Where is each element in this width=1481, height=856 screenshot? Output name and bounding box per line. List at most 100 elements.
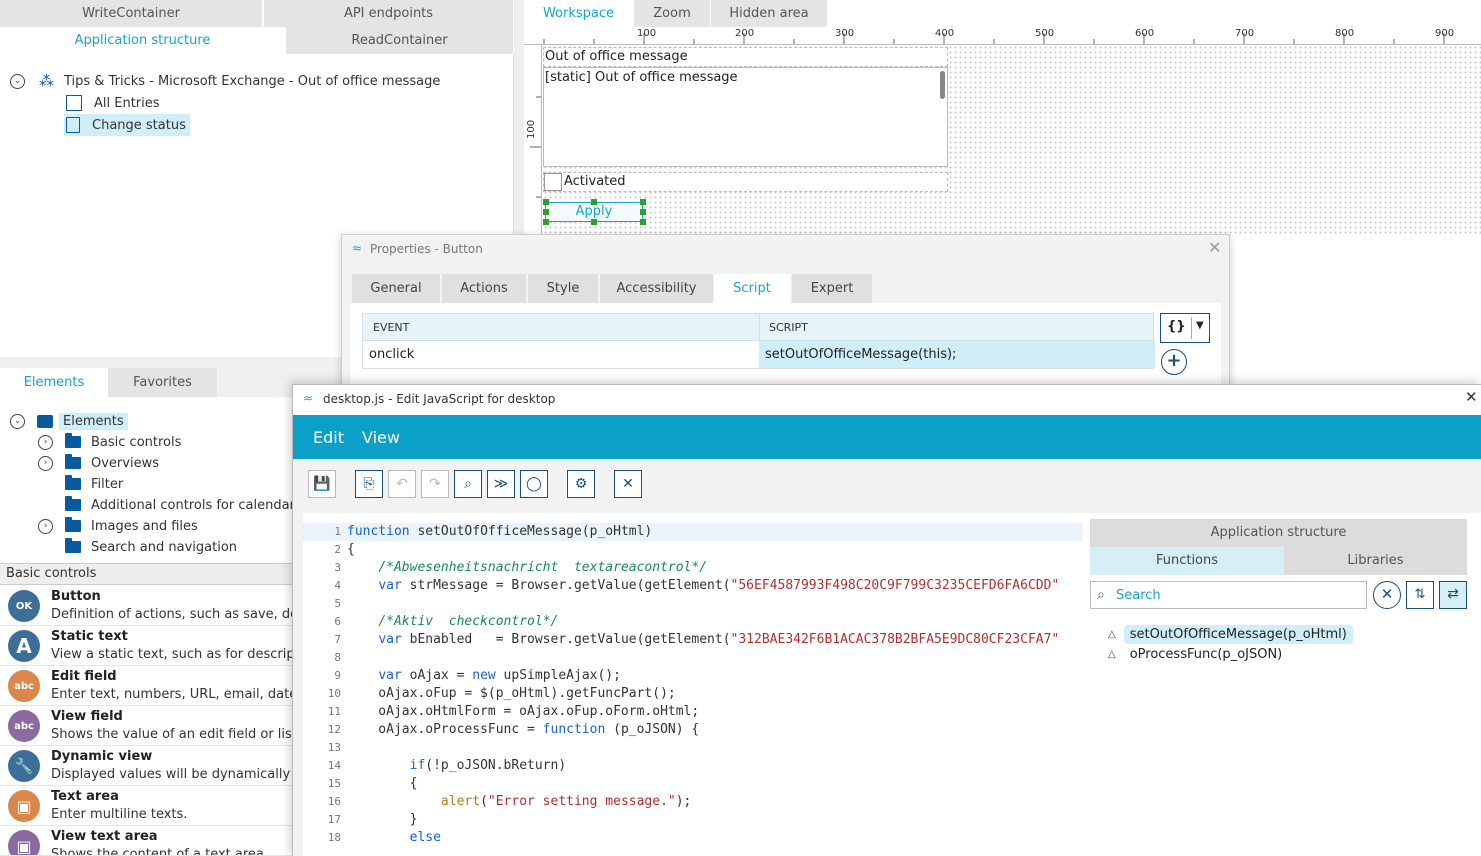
tab-expert[interactable]: Expert [792, 274, 872, 303]
control-view-text-area[interactable]: ▣ View text area Shows the content of a … [0, 826, 294, 856]
control-static-text[interactable]: A Static text View a static text, such a… [0, 626, 294, 666]
menu-view[interactable]: View [362, 428, 400, 447]
resize-handle[interactable] [640, 199, 646, 205]
page-icon [66, 117, 80, 133]
elements-item-basic-controls[interactable]: › Basic controls [38, 431, 181, 453]
resize-handle[interactable] [640, 209, 646, 215]
abc-field-icon: abc [8, 670, 40, 702]
tab-functions[interactable]: Functions [1090, 547, 1284, 575]
table-row[interactable]: onclick setOutOfOfficeMessage(this); [362, 341, 1155, 369]
next-icon[interactable]: ≫ [487, 470, 515, 498]
basic-controls-header: Basic controls [0, 563, 294, 585]
elements-item-images-files[interactable]: › Images and files [38, 515, 198, 537]
tab-accessibility[interactable]: Accessibility [600, 274, 713, 303]
elements-item-filter[interactable]: Filter [65, 473, 123, 495]
braces-dropdown[interactable]: {} ▼ [1160, 313, 1210, 343]
menu-edit[interactable]: Edit [313, 428, 344, 447]
tree-item-all-entries[interactable]: All Entries [66, 92, 160, 114]
control-desc: Definition of actions, such as save, del… [51, 607, 294, 622]
line-number: 4 [334, 579, 341, 592]
format-icon[interactable]: ⚙ [567, 470, 595, 498]
design-canvas[interactable]: Out of office message [static] Out of of… [543, 45, 1481, 235]
tab-actions[interactable]: Actions [442, 274, 526, 303]
line-number: 5 [334, 597, 341, 610]
elements-tree: ⌄ Elements › Basic controls › Overviews … [0, 397, 294, 563]
resize-handle[interactable] [591, 199, 597, 205]
code-text: var strMessage = Browser.getValue(getEle… [378, 578, 1060, 593]
resize-handle[interactable] [543, 199, 549, 205]
code-text: oAjax.oProcessFunc = function (p_oJSON) … [347, 722, 700, 737]
code-line: 5 [303, 595, 1083, 613]
function-item[interactable]: △ setOutOfOfficeMessage(p_oHtml) [1108, 625, 1353, 644]
expand-icon[interactable]: › [38, 434, 53, 450]
elements-item-overviews[interactable]: › Overviews [38, 452, 159, 474]
code-editor[interactable]: 1 function setOutOfOfficeMessage(p_oHtml)… [303, 513, 1083, 856]
control-view-field[interactable]: abc View field Shows the value of an edi… [0, 706, 294, 746]
tab-writecontainer[interactable]: WriteContainer [0, 0, 263, 27]
tree-root-row[interactable]: ⌄ ⁂ Tips & Tricks - Microsoft Exchange -… [10, 70, 440, 92]
tab-api-endpoints[interactable]: API endpoints [264, 0, 514, 27]
elements-item-search-navigation[interactable]: Search and navigation [65, 536, 237, 558]
resize-handle[interactable] [543, 209, 549, 215]
expand-icon[interactable]: › [38, 518, 53, 534]
expand-icon[interactable]: › [38, 455, 53, 471]
collapse-icon[interactable]: ⌄ [10, 73, 25, 89]
insert-icon[interactable]: ⎘ [355, 470, 383, 498]
control-dynamic-view[interactable]: 🔧 Dynamic view Displayed values will be … [0, 746, 294, 786]
clear-search-button[interactable]: ✕ [1373, 581, 1401, 609]
tab-script[interactable]: Script [714, 274, 790, 303]
editor-gutter-margin [293, 513, 303, 856]
scrollbar-thumb[interactable] [940, 71, 945, 99]
tab-application-structure[interactable]: Application structure [0, 27, 286, 54]
search-icon[interactable]: ⌕ [454, 470, 482, 498]
control-desc: Displayed values will be dynamically det… [51, 767, 294, 782]
control-title: Text area [51, 789, 119, 804]
search-field[interactable]: ⌕ Search [1090, 581, 1367, 609]
resize-handle[interactable] [591, 219, 597, 225]
folder-icon [65, 496, 81, 511]
tab-libraries[interactable]: Libraries [1284, 547, 1467, 575]
tab-favorites[interactable]: Favorites [108, 368, 217, 397]
swap-icon[interactable]: ⇄ [1439, 581, 1467, 609]
collapse-icon[interactable]: ⌄ [10, 413, 25, 429]
checkbox-control[interactable]: Activated [543, 172, 948, 192]
tab-style[interactable]: Style [528, 274, 598, 303]
redo-icon[interactable]: ↷ [421, 470, 449, 498]
tree-item-change-status[interactable]: Change status [64, 114, 190, 136]
add-event-button[interactable]: + [1161, 349, 1187, 375]
close-editor-icon[interactable]: ✕ [614, 470, 642, 498]
workspace-splitter[interactable] [514, 0, 524, 234]
comment-icon[interactable]: ◯ [520, 470, 548, 498]
control-text-area[interactable]: ▣ Text area Enter multiline texts. [0, 786, 294, 826]
checkbox-box[interactable] [544, 173, 562, 191]
code-text: function setOutOfOfficeMessage(p_oHtml) [347, 524, 653, 539]
elements-item-label: Basic controls [91, 434, 182, 450]
close-icon[interactable]: ✕ [1465, 388, 1478, 406]
ruler-label: 800 [1335, 28, 1355, 39]
tab-readcontainer[interactable]: ReadContainer [286, 27, 514, 54]
save-icon[interactable]: 💾 [308, 470, 336, 498]
sort-button[interactable]: ⇅ [1406, 581, 1434, 609]
ok-icon: OK [8, 590, 40, 622]
tab-workspace[interactable]: Workspace [524, 0, 634, 27]
tab-general[interactable]: General [352, 274, 440, 303]
elements-root-row[interactable]: ⌄ Elements [10, 410, 128, 432]
textarea-label[interactable]: Out of office message [543, 47, 948, 67]
resize-handle[interactable] [640, 219, 646, 225]
elements-item-calendar-controls[interactable]: Additional controls for calendars [65, 494, 294, 516]
code-line: 15 { [303, 775, 1083, 793]
control-button[interactable]: OK Button Definition of actions, such as… [0, 586, 294, 626]
function-item[interactable]: △ oProcessFunc(p_oJSON) [1108, 647, 1282, 662]
tab-zoom[interactable]: Zoom [634, 0, 711, 27]
textarea-control[interactable]: [static] Out of office message [543, 67, 948, 167]
code-line: 12 oAjax.oProcessFunc = function (p_oJSO… [303, 721, 1083, 739]
close-icon[interactable]: ✕ [1208, 238, 1221, 257]
tab-hidden-area[interactable]: Hidden area [711, 0, 828, 27]
control-edit-field[interactable]: abc Edit field Enter text, numbers, URL,… [0, 666, 294, 706]
tab-elements[interactable]: Elements [0, 368, 108, 397]
row-script-cell[interactable]: setOutOfOfficeMessage(this); [759, 341, 1155, 368]
line-number: 2 [334, 543, 341, 556]
control-title: View text area [51, 829, 158, 844]
resize-handle[interactable] [543, 219, 549, 225]
undo-icon[interactable]: ↶ [388, 470, 416, 498]
